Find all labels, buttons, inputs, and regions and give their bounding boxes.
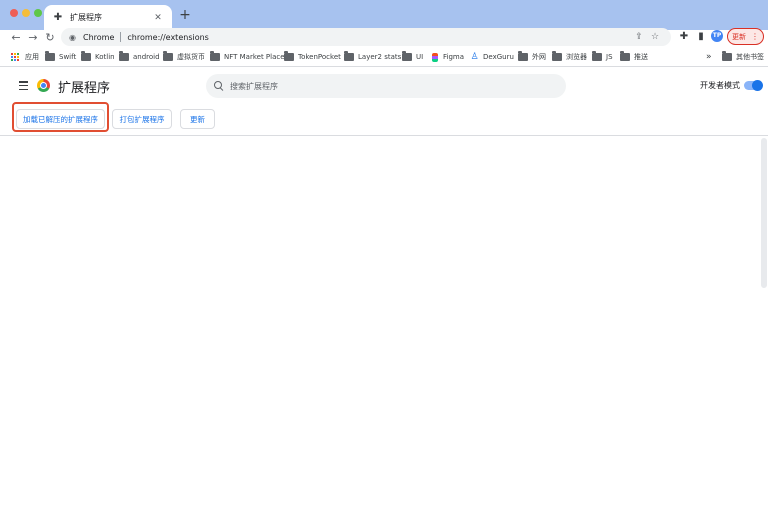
reload-icon[interactable]: ↻: [43, 30, 57, 46]
page-title: 扩展程序: [58, 81, 111, 96]
bookmark-folder[interactable]: 外网: [518, 51, 546, 63]
close-window-button[interactable]: [10, 9, 18, 17]
bookmarks-overflow-icon[interactable]: »: [706, 51, 712, 63]
folder-icon: [518, 51, 528, 61]
developer-mode-toggle[interactable]: [744, 80, 763, 91]
profile-avatar[interactable]: TP: [711, 30, 723, 42]
more-menu-icon[interactable]: ⋮: [751, 32, 759, 41]
folder-icon: [344, 51, 354, 61]
bookmark-folder[interactable]: NFT Market Place: [210, 51, 285, 63]
extensions-list-area: [0, 137, 768, 506]
back-arrow-icon[interactable]: ←: [9, 30, 23, 46]
bookmark-folder[interactable]: UI: [402, 51, 423, 63]
new-tab-button[interactable]: +: [178, 7, 192, 23]
puzzle-icon: ✚: [53, 12, 63, 23]
developer-actions-bar: 加载已解压的扩展程序 打包扩展程序 更新: [0, 104, 768, 136]
search-icon: [214, 81, 224, 91]
bookmark-folder[interactable]: 浏览器: [552, 51, 587, 63]
search-bar[interactable]: [206, 74, 566, 98]
extensions-puzzle-icon[interactable]: ✚: [677, 29, 691, 45]
dexguru-icon: ♙: [470, 51, 479, 62]
minimize-window-button[interactable]: [22, 9, 30, 17]
developer-mode-label: 开发者模式: [700, 81, 740, 90]
folder-icon: [163, 51, 173, 61]
forward-arrow-icon[interactable]: →: [26, 30, 40, 46]
folder-icon: [402, 51, 412, 61]
folder-icon: [722, 51, 732, 61]
bookmark-folder[interactable]: 虚拟货币: [163, 51, 205, 63]
bookmark-star-icon[interactable]: ☆: [647, 32, 663, 42]
address-chip: Chrome: [83, 32, 115, 42]
folder-icon: [45, 51, 55, 61]
hamburger-menu-icon[interactable]: [19, 81, 28, 90]
update-button[interactable]: 更新 ⋮: [727, 28, 764, 45]
bookmark-folder[interactable]: Layer2 stats: [344, 51, 401, 63]
tab-extensions[interactable]: ✚ 扩展程序 ✕: [44, 5, 172, 30]
bookmark-apps[interactable]: 应用: [11, 51, 39, 63]
update-extensions-button[interactable]: 更新: [180, 109, 215, 129]
folder-icon: [620, 51, 630, 61]
site-info-icon[interactable]: ◉: [69, 33, 79, 42]
folder-icon: [552, 51, 562, 61]
bookmark-other[interactable]: 其他书签: [722, 51, 764, 63]
bookmark-folder[interactable]: JS: [592, 51, 613, 63]
search-input[interactable]: [230, 81, 558, 91]
address-divider: [120, 32, 122, 42]
tab-close-icon[interactable]: ✕: [152, 13, 164, 23]
pack-extension-button[interactable]: 打包扩展程序: [112, 109, 172, 129]
folder-icon: [284, 51, 294, 61]
figma-icon: [432, 52, 438, 62]
bookmark-folder[interactable]: 推送: [620, 51, 648, 63]
apps-grid-icon: [11, 52, 20, 62]
folder-icon: [81, 51, 91, 61]
bookmark-figma[interactable]: Figma: [432, 51, 464, 63]
zoom-window-button[interactable]: [34, 9, 42, 17]
bookmark-folder[interactable]: TokenPocket: [284, 51, 341, 63]
extensions-header: 扩展程序 开发者模式: [0, 68, 768, 104]
bookmarks-bar: 应用 Swift Kotlin android 虚拟货币 NFT Market …: [0, 47, 768, 67]
bookmark-dexguru[interactable]: ♙ DexGuru: [470, 51, 513, 63]
load-unpacked-button[interactable]: 加载已解压的扩展程序: [16, 109, 105, 129]
tab-title: 扩展程序: [70, 13, 102, 22]
side-panel-icon[interactable]: ▮: [694, 29, 708, 45]
folder-icon: [119, 51, 129, 61]
bookmark-folder[interactable]: Kotlin: [81, 51, 115, 63]
address-bar[interactable]: ◉ Chrome chrome://extensions ⇪ ☆: [61, 28, 671, 46]
chrome-logo-icon: [37, 79, 50, 92]
folder-icon: [210, 51, 220, 61]
scrollbar[interactable]: [761, 138, 767, 288]
update-label: 更新: [732, 32, 746, 41]
folder-icon: [592, 51, 602, 61]
bookmark-folder[interactable]: Swift: [45, 51, 76, 63]
window-titlebar: ✚ 扩展程序 ✕ +: [0, 0, 768, 30]
address-url[interactable]: chrome://extensions: [127, 33, 631, 42]
share-icon[interactable]: ⇪: [631, 32, 647, 42]
bookmark-folder[interactable]: android: [119, 51, 160, 63]
